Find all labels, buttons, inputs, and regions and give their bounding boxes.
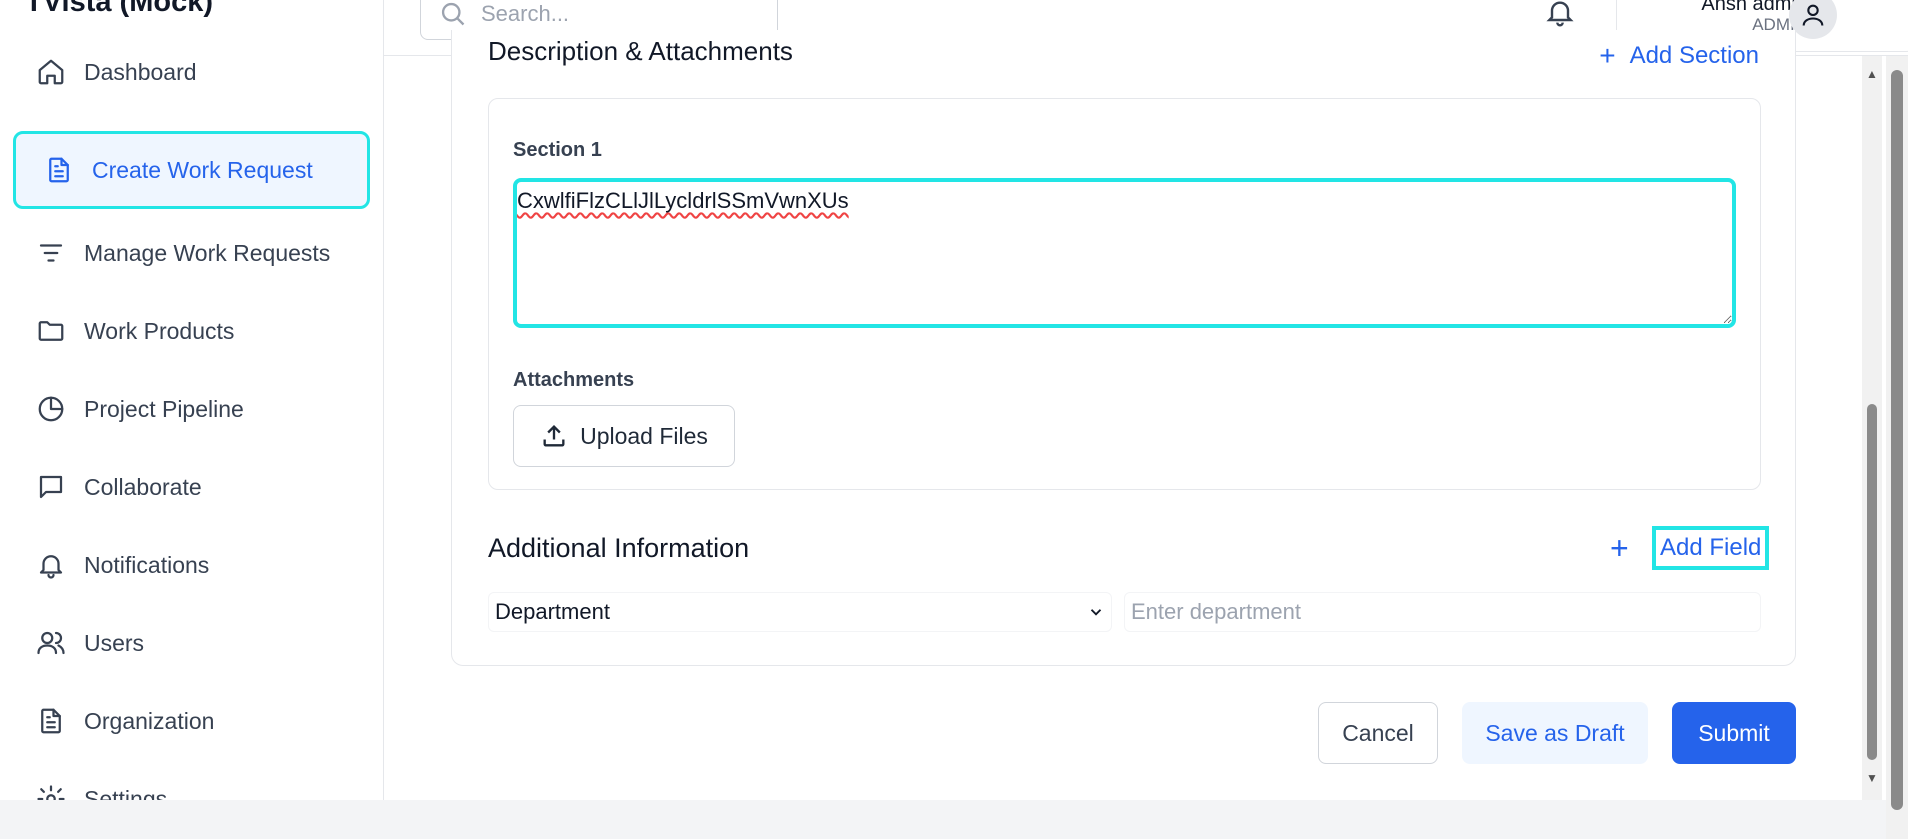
user-icon: [1802, 4, 1824, 26]
chat-icon: [35, 471, 67, 503]
search-icon: [441, 2, 465, 26]
sidebar-item-create-work-request[interactable]: Create Work Request: [13, 131, 370, 209]
description-section-title: Description & Attachments: [488, 36, 793, 66]
additional-information-title: Additional Information: [488, 533, 750, 563]
content-scrollbar[interactable]: ▲ ▼: [1862, 56, 1882, 800]
scroll-up-arrow-icon[interactable]: ▲: [1862, 66, 1882, 82]
filter-icon: [35, 237, 67, 269]
users-icon: [35, 627, 67, 659]
upload-label: Upload Files: [580, 422, 708, 449]
department-select[interactable]: Department: [488, 592, 1112, 632]
add-field-button[interactable]: Add Field: [1652, 526, 1770, 570]
plus-icon: +: [1599, 40, 1616, 71]
window-scroll-thumb[interactable]: [1891, 70, 1903, 810]
sidebar-item-label: Organization: [84, 707, 215, 734]
search-input[interactable]: [481, 1, 761, 27]
sidebar-item-label: Collaborate: [84, 473, 202, 500]
attachments-label: Attachments: [513, 369, 635, 391]
sidebar-item-manage-work-requests[interactable]: Manage Work Requests: [13, 214, 370, 292]
sidebar-item-organization[interactable]: Organization: [13, 682, 370, 760]
section-label: Section 1: [513, 139, 602, 161]
sidebar-item-notifications[interactable]: Notifications: [13, 526, 370, 604]
submit-button[interactable]: Submit: [1672, 702, 1796, 764]
sidebar-item-label: Users: [84, 629, 145, 656]
sidebar-item-label: Work Products: [84, 317, 235, 344]
window-scrollbar[interactable]: [1886, 56, 1908, 839]
sidebar-item-project-pipeline[interactable]: Project Pipeline: [13, 370, 370, 448]
add-section-button[interactable]: + Add Section: [1599, 40, 1759, 72]
cancel-button[interactable]: Cancel: [1318, 702, 1438, 764]
sidebar-item-label: Project Pipeline: [84, 395, 244, 422]
app-title: TVista (Mock): [25, 0, 214, 18]
document-icon: [43, 154, 75, 186]
sidebar-item-label: Notifications: [84, 551, 210, 578]
section-box: Section 1 Attachments Upload Files: [488, 98, 1761, 490]
work-request-form-card: Description & Attachments + Add Section …: [451, 30, 1796, 666]
sidebar-item-label: Create Work Request: [92, 156, 313, 183]
home-icon: [35, 56, 67, 88]
section-description-textarea[interactable]: [517, 182, 1732, 324]
add-section-label: Add Section: [1629, 42, 1759, 69]
upload-icon: [543, 425, 565, 447]
sidebar-item-label: Manage Work Requests: [84, 239, 331, 266]
scroll-thumb[interactable]: [1867, 404, 1877, 760]
department-select-value: Department: [495, 599, 610, 624]
sidebar-item-users[interactable]: Users: [13, 604, 370, 682]
sidebar: TVista (Mock) Dashboard Create Work Requ…: [0, 0, 384, 813]
section-textarea-wrapper: [513, 178, 1736, 328]
folder-icon: [35, 315, 67, 347]
document-icon: [35, 705, 67, 737]
sidebar-item-collaborate[interactable]: Collaborate: [13, 448, 370, 526]
department-input[interactable]: [1124, 592, 1761, 632]
scroll-down-arrow-icon[interactable]: ▼: [1862, 770, 1882, 786]
plus-icon[interactable]: +: [1610, 530, 1629, 567]
bottom-strip: [0, 800, 1908, 839]
pie-chart-icon: [35, 393, 67, 425]
sidebar-item-label: Dashboard: [84, 58, 197, 85]
upload-files-button[interactable]: Upload Files: [513, 405, 735, 467]
sidebar-item-dashboard[interactable]: Dashboard: [13, 33, 370, 111]
save-as-draft-button[interactable]: Save as Draft: [1462, 702, 1648, 764]
bell-icon: [35, 549, 67, 581]
chevron-down-icon: [1090, 609, 1102, 616]
sidebar-item-work-products[interactable]: Work Products: [13, 292, 370, 370]
notifications-bell-icon[interactable]: [1544, 0, 1578, 30]
